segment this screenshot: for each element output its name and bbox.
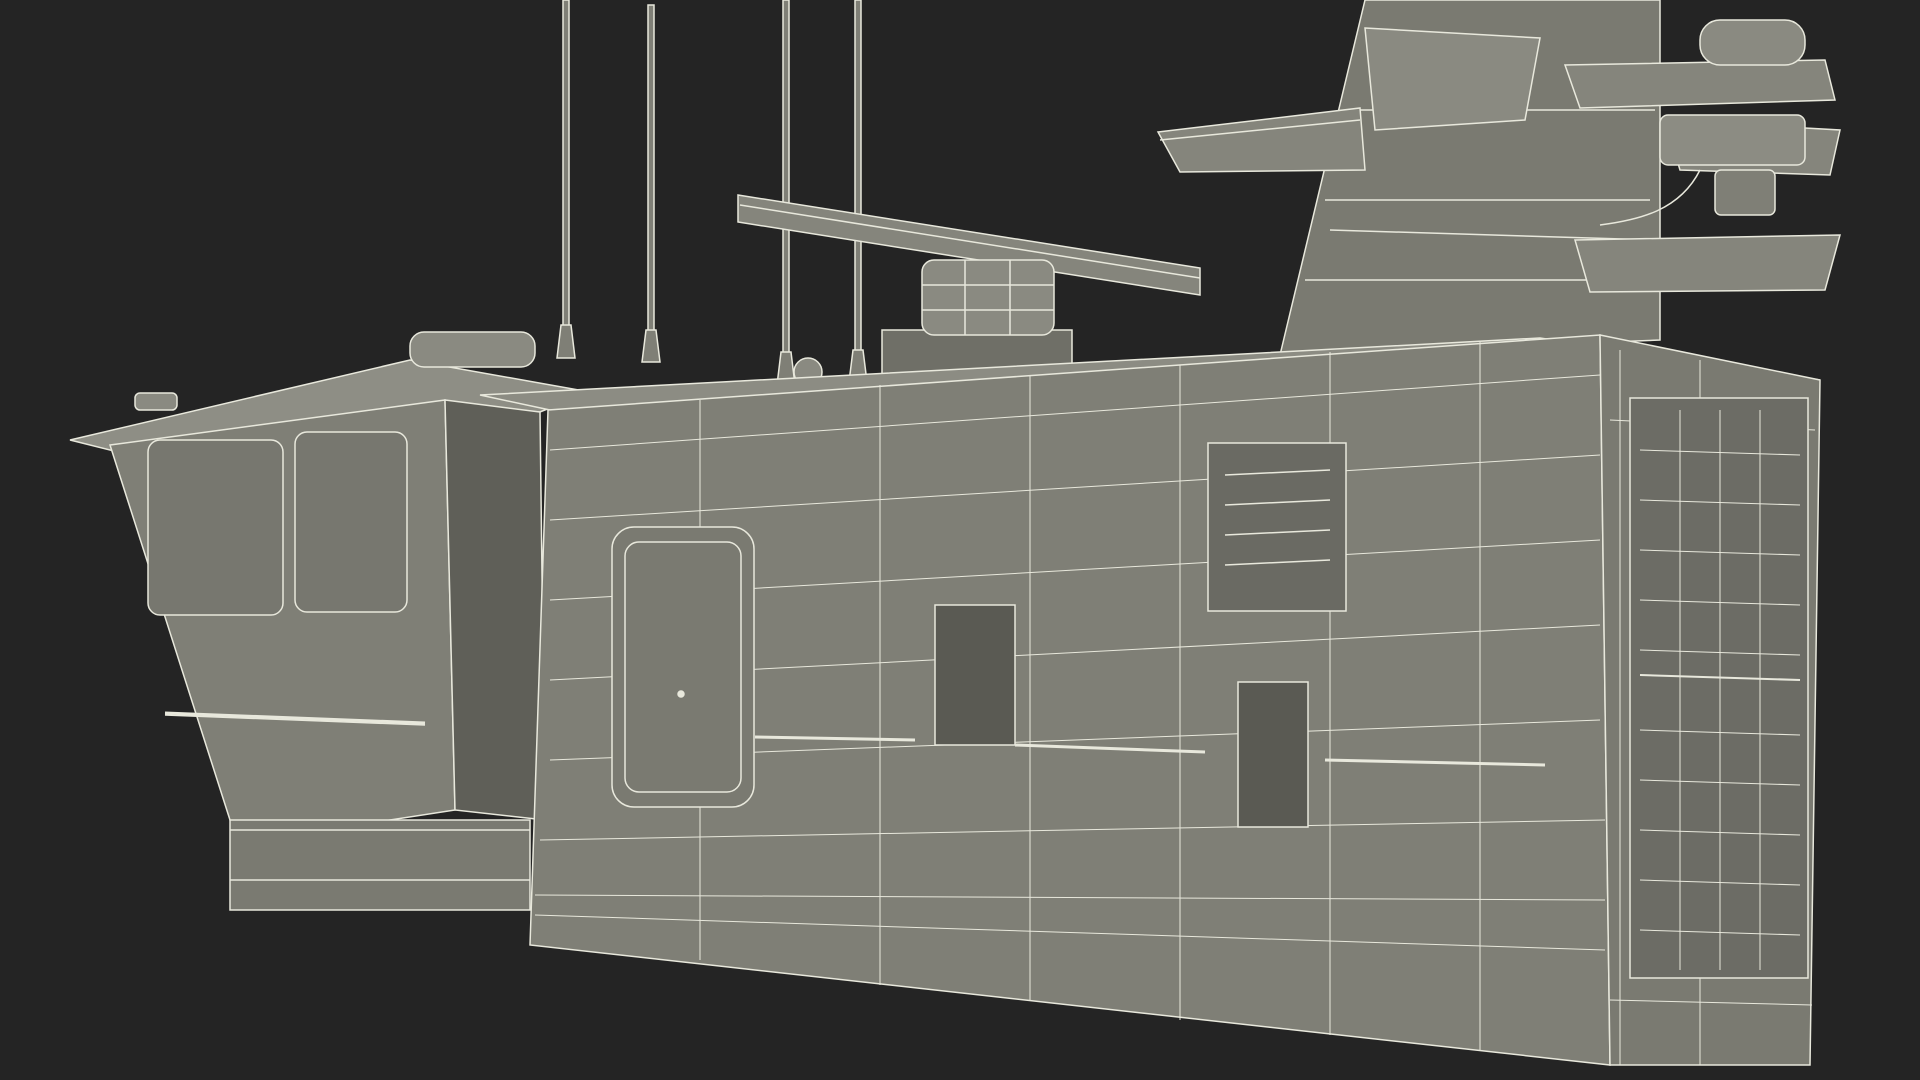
mast-sensor-box [1364, 27, 1541, 131]
antenna-mast-1 [562, 0, 570, 336]
antenna-mast-4 [854, 0, 862, 361]
antenna-base-2 [641, 329, 661, 363]
mast-platform-lower [1574, 234, 1841, 293]
wall-opening-lower [1237, 681, 1309, 828]
bridge-roof-light [134, 392, 178, 411]
wireframe-render [0, 0, 1920, 1080]
mast-turret-base [1714, 169, 1776, 216]
mast-dome-sensor [1699, 19, 1806, 66]
door-handle [677, 690, 685, 698]
bridge-base [229, 819, 531, 911]
hatch-door [611, 526, 755, 808]
deckhouse [479, 334, 1821, 1066]
radar-housing [921, 259, 1055, 336]
antenna-mast-3 [782, 0, 790, 361]
mast-camera-housing [1659, 114, 1806, 166]
antenna-base-1 [556, 324, 576, 359]
bridge-roof-sensor [409, 331, 536, 368]
side-grille-panel [1629, 397, 1809, 979]
mast-platform-upper [1563, 59, 1836, 109]
louver-vent [1207, 442, 1347, 612]
bridge-window-right [294, 431, 408, 613]
bridge-window-left [147, 439, 284, 616]
antenna-mast-2 [647, 4, 655, 336]
bridge-side-face [444, 399, 546, 821]
render-viewport [0, 0, 1920, 1080]
wall-opening-upper [934, 604, 1016, 746]
